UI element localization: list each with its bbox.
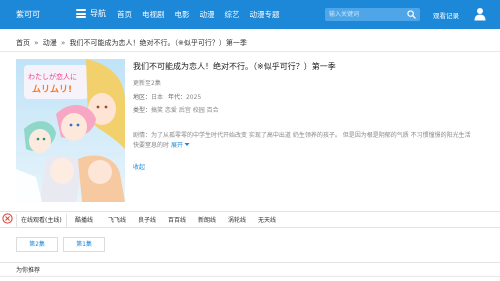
synopsis-label: 剧情： xyxy=(133,132,152,139)
year-value: 2025 xyxy=(185,94,202,101)
breadcrumb-anime[interactable]: 动漫 xyxy=(43,39,57,47)
episode-button[interactable]: 第2集 xyxy=(16,237,58,252)
genre-value: 搞笑 恋爱 后宫 校园 百合 xyxy=(151,107,219,114)
tab-source-kubo[interactable]: 酷播线 xyxy=(71,214,97,227)
collapse-link[interactable]: 收起 xyxy=(133,162,145,171)
expand-link[interactable]: 展开 xyxy=(171,142,190,149)
tab-source-feifei[interactable]: 飞飞线 xyxy=(104,214,130,227)
search-box xyxy=(325,8,420,21)
nav-menu-button[interactable]: 导航 xyxy=(76,8,106,19)
recommend-bar xyxy=(0,262,500,281)
region-label: 地区： xyxy=(133,94,152,101)
tab-source-wutian[interactable]: 无天线 xyxy=(254,214,280,227)
tab-source-main[interactable]: 在线观看(主线) xyxy=(16,214,67,227)
nav-links: 首页 电视剧 电影 动漫 综艺 动漫专题 xyxy=(117,9,290,20)
user-icon[interactable] xyxy=(474,7,486,21)
nav-link-anime[interactable]: 动漫 xyxy=(200,9,215,20)
divider xyxy=(0,51,500,52)
poster-image[interactable]: わたしが恋人に ムリムリ! xyxy=(16,59,125,202)
breadcrumb-separator: » xyxy=(61,39,66,47)
genre-label: 类型： xyxy=(133,107,152,114)
synopsis: 剧情：为了从孤零零的中学生时代开始改变 实现了高中出道 奶生领养的孩子。 但是因… xyxy=(133,131,478,151)
close-circle-icon[interactable] xyxy=(2,213,13,224)
region-value: 日本 xyxy=(151,94,164,101)
breadcrumb-home[interactable]: 首页 xyxy=(16,39,30,47)
top-navbar: 紫可可 导航 首页 电视剧 电影 动漫 综艺 动漫专题 观看记录 xyxy=(0,0,500,29)
hamburger-icon xyxy=(76,9,86,18)
svg-text:ムリムリ!: ムリムリ! xyxy=(32,84,72,95)
search-input[interactable] xyxy=(329,9,403,20)
expand-label: 展开 xyxy=(170,142,183,149)
breadcrumb-separator: » xyxy=(34,39,39,47)
tab-source-xinlang[interactable]: 新朗线 xyxy=(194,214,220,227)
chevron-down-icon xyxy=(184,143,190,146)
nav-menu-label: 导航 xyxy=(90,9,106,18)
site-logo[interactable]: 紫可可 xyxy=(16,9,40,20)
year-label: 年代： xyxy=(167,94,186,101)
divider xyxy=(0,276,500,277)
nav-link-home[interactable]: 首页 xyxy=(117,9,132,20)
breadcrumb-current: 我们不可能成为恋人！绝对不行。（※似乎可行？）第一季 xyxy=(69,39,247,47)
nav-link-tv[interactable]: 电视剧 xyxy=(142,9,165,20)
tab-source-wolun[interactable]: 涡轮线 xyxy=(224,214,250,227)
svg-text:わたしが恋人に: わたしが恋人に xyxy=(28,72,77,81)
nav-link-movie[interactable]: 电影 xyxy=(175,9,190,20)
tab-recommend[interactable]: 为你推荐 xyxy=(16,265,40,274)
search-icon[interactable] xyxy=(407,10,416,19)
update-status: 更新至2集 xyxy=(133,80,161,87)
nav-link-variety[interactable]: 综艺 xyxy=(225,9,240,20)
tab-source-baibai[interactable]: 百百线 xyxy=(164,214,190,227)
breadcrumb: 首页 » 动漫 » 我们不可能成为恋人！绝对不行。（※似乎可行？）第一季 xyxy=(16,38,247,48)
episode-button[interactable]: 第1集 xyxy=(63,237,105,252)
nav-link-anime-topic[interactable]: 动漫专题 xyxy=(250,9,280,20)
genre-row: 类型：搞笑 恋爱 后宫 校园 百合 xyxy=(133,105,219,114)
poster-artwork: わたしが恋人に ムリムリ! xyxy=(16,59,125,202)
tab-source-liangzi[interactable]: 良子线 xyxy=(134,214,160,227)
region-year-row: 地区：日本 年代：2025 xyxy=(133,92,201,101)
page-title: 我们不可能成为恋人！绝对不行。（※似乎可行？）第一季 xyxy=(133,62,336,71)
watch-history-link[interactable]: 观看记录 xyxy=(433,10,459,20)
